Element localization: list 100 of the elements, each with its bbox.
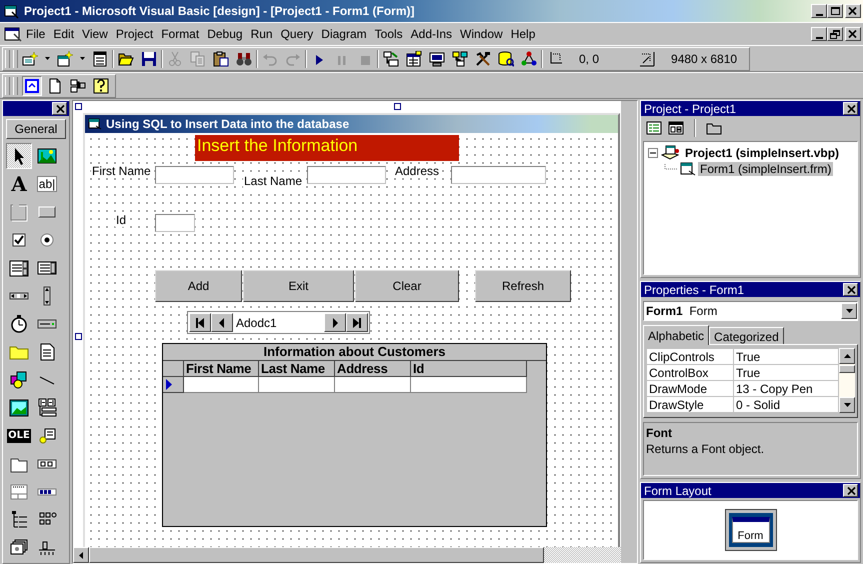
form-layout-icon[interactable] [429,50,445,66]
sizing-handle[interactable] [75,103,82,110]
component-icon[interactable] [521,50,537,66]
next-record-button[interactable] [324,313,346,332]
last-record-button[interactable] [346,313,368,332]
dropdown-arrow-icon[interactable] [80,57,85,60]
close-button[interactable] [52,102,67,115]
close-button[interactable] [843,484,858,497]
grid-caption: Information about Customers [163,344,546,361]
text-field[interactable] [155,166,234,184]
previous-record-icon [217,316,227,328]
project-explorer-icon[interactable] [383,50,399,66]
first-record-button[interactable] [189,313,211,332]
scroll-down-button[interactable] [839,397,855,413]
view-code-icon[interactable] [646,120,662,136]
ole-tool[interactable]: OLE [7,429,31,443]
property-value[interactable]: True [734,364,838,380]
menu-editor-icon[interactable] [92,50,108,66]
menu-item[interactable]: Debug [203,25,247,43]
help-button[interactable] [91,76,111,96]
scroll-thumb[interactable] [839,365,855,373]
dropdown-arrow-icon[interactable] [45,57,50,60]
vertical-scrollbar[interactable] [621,101,637,547]
menu-item[interactable]: Edit [49,25,78,43]
property-value[interactable]: 0 - Solid [734,396,838,412]
database-icon[interactable] [498,50,514,66]
properties-window-icon[interactable] [406,50,422,66]
panel-title: Project - Project1 [644,102,738,116]
menu-item[interactable]: Query [276,25,318,43]
close-button[interactable] [843,283,858,296]
menu-item[interactable]: View [78,25,112,43]
form-window-icon [88,118,102,130]
previous-record-button[interactable] [211,313,233,332]
hammer-wrench-icon[interactable] [475,50,491,66]
grid-cell[interactable] [184,377,259,393]
scroll-thumb[interactable] [89,547,544,563]
property-value[interactable]: True [734,348,838,364]
command-button[interactable]: Clear [355,270,459,302]
command-button[interactable]: Exit [243,270,354,302]
object-browser-icon[interactable] [452,50,468,66]
grid-cell[interactable] [411,377,527,393]
object-dropdown[interactable]: Form1 Form [643,301,858,321]
menu-item[interactable]: File [22,25,50,43]
scroll-up-button[interactable] [839,348,855,364]
open-folder-icon[interactable] [118,50,134,66]
property-title: Font [646,426,673,440]
close-button[interactable] [845,27,861,41]
close-button[interactable] [845,4,861,18]
property-value[interactable]: 13 - Copy Pen [734,380,838,396]
toolbox-tab[interactable]: General [6,119,66,139]
horizontal-scrollbar[interactable] [73,547,621,563]
grid-cell[interactable] [259,377,335,393]
dropdown-button[interactable] [841,303,857,319]
maximize-button[interactable] [827,4,843,18]
menu-item[interactable]: Diagram [317,25,371,43]
add-form-icon[interactable] [57,50,73,66]
textbox-tool[interactable]: ab| [36,176,58,192]
tab[interactable]: Alphabetic [643,325,710,345]
menu-item[interactable]: Format [157,25,204,43]
close-icon [846,486,856,495]
frame-icon [9,202,29,222]
menu-item[interactable]: Window [456,25,507,43]
sizing-handle[interactable] [75,333,82,340]
clipboard-icon[interactable] [213,50,229,66]
tree-item[interactable]: Form1 (simpleInsert.frm) [698,162,834,176]
text-field[interactable] [155,214,195,232]
menu-item[interactable]: Help [506,25,540,43]
form-design-button[interactable] [22,76,42,96]
grid-cell[interactable] [335,377,411,393]
menu-item[interactable]: Add-Ins [406,25,456,43]
close-icon [847,29,859,39]
command-button[interactable]: Add [155,270,242,302]
binoculars-icon[interactable] [236,50,252,66]
add-project-icon[interactable] [22,50,38,66]
form-title: Using SQL to Insert Data into the database [106,117,350,131]
menu-item[interactable]: Run [246,25,277,43]
minimize-button[interactable] [811,27,827,41]
form-thumbnail[interactable]: Form [732,517,770,543]
toolbox-tool[interactable] [6,143,32,169]
command-button[interactable]: Refresh [475,270,571,302]
menu-item[interactable]: Project [112,25,158,43]
text-field[interactable] [451,166,546,184]
tab[interactable]: Categorized [709,327,784,344]
menu-item[interactable]: Tools [370,25,407,43]
minimize-button[interactable] [811,4,827,18]
form-design-icon [24,78,40,94]
label-tool[interactable]: A [11,174,27,194]
view-object-icon[interactable] [668,120,684,136]
vertical-scrollbar[interactable] [839,348,855,413]
tree-item[interactable]: Project1 (simpleInsert.vbp) [683,146,842,160]
text-field[interactable] [307,166,386,184]
scrollbar-corner [621,547,637,563]
scroll-left-button[interactable] [73,547,89,563]
sizing-handle[interactable] [394,103,401,110]
data-control-caption: Adodc1 [235,314,278,332]
maximize-icon [829,6,841,16]
project-icon [661,145,681,161]
collapse-icon[interactable] [648,148,659,158]
restore-button[interactable] [827,27,843,41]
close-button[interactable] [843,102,858,115]
